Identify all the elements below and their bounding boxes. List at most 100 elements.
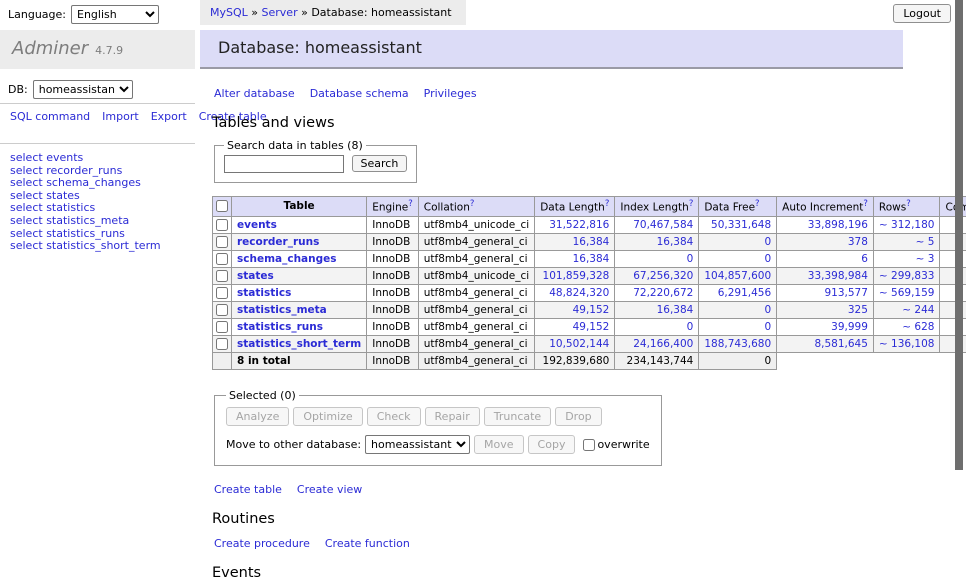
index-length-link[interactable]: 16,384 xyxy=(657,304,694,316)
index-length-link[interactable]: 72,220,672 xyxy=(633,287,693,299)
sql-command-link[interactable]: SQL command xyxy=(10,110,90,123)
auto-increment-link[interactable]: 33,398,984 xyxy=(808,270,868,282)
data-length-link[interactable]: 49,152 xyxy=(573,321,610,333)
data-free-link[interactable]: 188,743,680 xyxy=(704,338,771,350)
table-name-link[interactable]: statistics_meta xyxy=(237,304,327,316)
select-link[interactable]: select xyxy=(10,189,43,202)
rows-count-link[interactable]: ~ 5 xyxy=(916,236,935,248)
privileges-link[interactable]: Privileges xyxy=(424,87,477,100)
logout-button[interactable]: Logout xyxy=(893,4,951,23)
table-name-link[interactable]: statistics_runs xyxy=(237,321,323,333)
table-name-link[interactable]: schema_changes xyxy=(237,253,337,265)
index-length-link[interactable]: 24,166,400 xyxy=(633,338,693,350)
overwrite-checkbox[interactable] xyxy=(583,439,595,451)
adminer-logo[interactable]: Adminer xyxy=(12,38,88,59)
vertical-scrollbar-thumb[interactable] xyxy=(955,0,963,470)
create-view-link[interactable]: Create view xyxy=(297,483,362,496)
auto-increment-link[interactable]: 6 xyxy=(861,253,868,265)
help-icon[interactable]: ? xyxy=(863,199,868,209)
data-length-link[interactable]: 101,859,328 xyxy=(543,270,610,282)
select-link[interactable]: select xyxy=(10,214,43,227)
auto-increment-link[interactable]: 378 xyxy=(848,236,868,248)
data-free-link[interactable]: 6,291,456 xyxy=(718,287,771,299)
select-link[interactable]: select xyxy=(10,164,43,177)
copy-button[interactable]: Copy xyxy=(528,435,576,454)
index-length-link[interactable]: 0 xyxy=(687,321,694,333)
data-length-link[interactable]: 48,824,320 xyxy=(549,287,609,299)
data-free-link[interactable]: 0 xyxy=(764,304,771,316)
sidebar-table-link-statistics[interactable]: statistics xyxy=(46,201,95,214)
search-input[interactable] xyxy=(224,155,344,173)
move-button[interactable]: Move xyxy=(474,435,524,454)
database-schema-link[interactable]: Database schema xyxy=(310,87,409,100)
sidebar-table-link-statistics_meta[interactable]: statistics_meta xyxy=(46,214,129,227)
select-link[interactable]: select xyxy=(10,176,43,189)
breadcrumb-mysql-link[interactable]: MySQL xyxy=(210,6,248,19)
row-checkbox[interactable] xyxy=(216,304,228,316)
data-free-link[interactable]: 104,857,600 xyxy=(704,270,771,282)
sidebar-table-link-statistics_short_term[interactable]: statistics_short_term xyxy=(46,239,160,252)
help-icon[interactable]: ? xyxy=(408,199,413,209)
auto-increment-link[interactable]: 325 xyxy=(848,304,868,316)
create-table-link-bottom[interactable]: Create table xyxy=(214,483,282,496)
rows-count-link[interactable]: ~ 628 xyxy=(902,321,934,333)
data-length-link[interactable]: 16,384 xyxy=(573,236,610,248)
select-link[interactable]: select xyxy=(10,227,43,240)
import-link[interactable]: Import xyxy=(102,110,139,123)
optimize-button[interactable]: Optimize xyxy=(293,407,362,426)
data-length-link[interactable]: 10,502,144 xyxy=(549,338,609,350)
analyze-button[interactable]: Analyze xyxy=(226,407,289,426)
help-icon[interactable]: ? xyxy=(906,199,911,209)
select-link[interactable]: select xyxy=(10,151,43,164)
row-checkbox[interactable] xyxy=(216,253,228,265)
data-length-link[interactable]: 49,152 xyxy=(573,304,610,316)
auto-increment-link[interactable]: 8,581,645 xyxy=(814,338,867,350)
rows-count-link[interactable]: ~ 244 xyxy=(902,304,934,316)
drop-button[interactable]: Drop xyxy=(555,407,601,426)
language-select[interactable]: English xyxy=(71,5,159,24)
index-length-link[interactable]: 16,384 xyxy=(657,236,694,248)
search-button[interactable]: Search xyxy=(352,155,408,172)
sidebar-table-link-schema_changes[interactable]: schema_changes xyxy=(46,176,141,189)
check-all-checkbox[interactable] xyxy=(216,200,228,212)
create-function-link[interactable]: Create function xyxy=(325,537,410,550)
sidebar-table-link-events[interactable]: events xyxy=(46,151,83,164)
breadcrumb-server-link[interactable]: Server xyxy=(262,6,298,19)
data-free-link[interactable]: 0 xyxy=(764,236,771,248)
rows-count-link[interactable]: ~ 299,833 xyxy=(879,270,935,282)
auto-increment-link[interactable]: 33,898,196 xyxy=(808,219,868,231)
index-length-link[interactable]: 0 xyxy=(687,253,694,265)
rows-count-link[interactable]: ~ 3 xyxy=(916,253,935,265)
row-checkbox[interactable] xyxy=(216,287,228,299)
help-icon[interactable]: ? xyxy=(689,199,694,209)
table-name-link[interactable]: states xyxy=(237,270,274,282)
select-link[interactable]: select xyxy=(10,239,43,252)
table-name-link[interactable]: events xyxy=(237,219,277,231)
auto-increment-link[interactable]: 913,577 xyxy=(825,287,868,299)
table-name-link[interactable]: statistics xyxy=(237,287,291,299)
rows-count-link[interactable]: ~ 569,159 xyxy=(879,287,935,299)
sidebar-table-link-recorder_runs[interactable]: recorder_runs xyxy=(46,164,122,177)
table-name-link[interactable]: recorder_runs xyxy=(237,236,319,248)
move-database-select[interactable]: homeassistant xyxy=(365,435,470,454)
table-name-link[interactable]: statistics_short_term xyxy=(237,338,361,350)
help-icon[interactable]: ? xyxy=(755,199,760,209)
select-link[interactable]: select xyxy=(10,201,43,214)
rows-count-link[interactable]: ~ 136,108 xyxy=(879,338,935,350)
index-length-link[interactable]: 70,467,584 xyxy=(633,219,693,231)
help-icon[interactable]: ? xyxy=(605,199,610,209)
data-free-link[interactable]: 50,331,648 xyxy=(711,219,771,231)
row-checkbox[interactable] xyxy=(216,236,228,248)
data-free-link[interactable]: 0 xyxy=(764,321,771,333)
repair-button[interactable]: Repair xyxy=(425,407,480,426)
rows-count-link[interactable]: ~ 312,180 xyxy=(879,219,935,231)
row-checkbox[interactable] xyxy=(216,219,228,231)
sidebar-table-link-states[interactable]: states xyxy=(46,189,80,202)
index-length-link[interactable]: 67,256,320 xyxy=(633,270,693,282)
alter-database-link[interactable]: Alter database xyxy=(214,87,295,100)
auto-increment-link[interactable]: 39,999 xyxy=(831,321,868,333)
truncate-button[interactable]: Truncate xyxy=(484,407,551,426)
row-checkbox[interactable] xyxy=(216,270,228,282)
data-length-link[interactable]: 31,522,816 xyxy=(549,219,609,231)
db-select[interactable]: homeassistant xyxy=(33,80,133,99)
